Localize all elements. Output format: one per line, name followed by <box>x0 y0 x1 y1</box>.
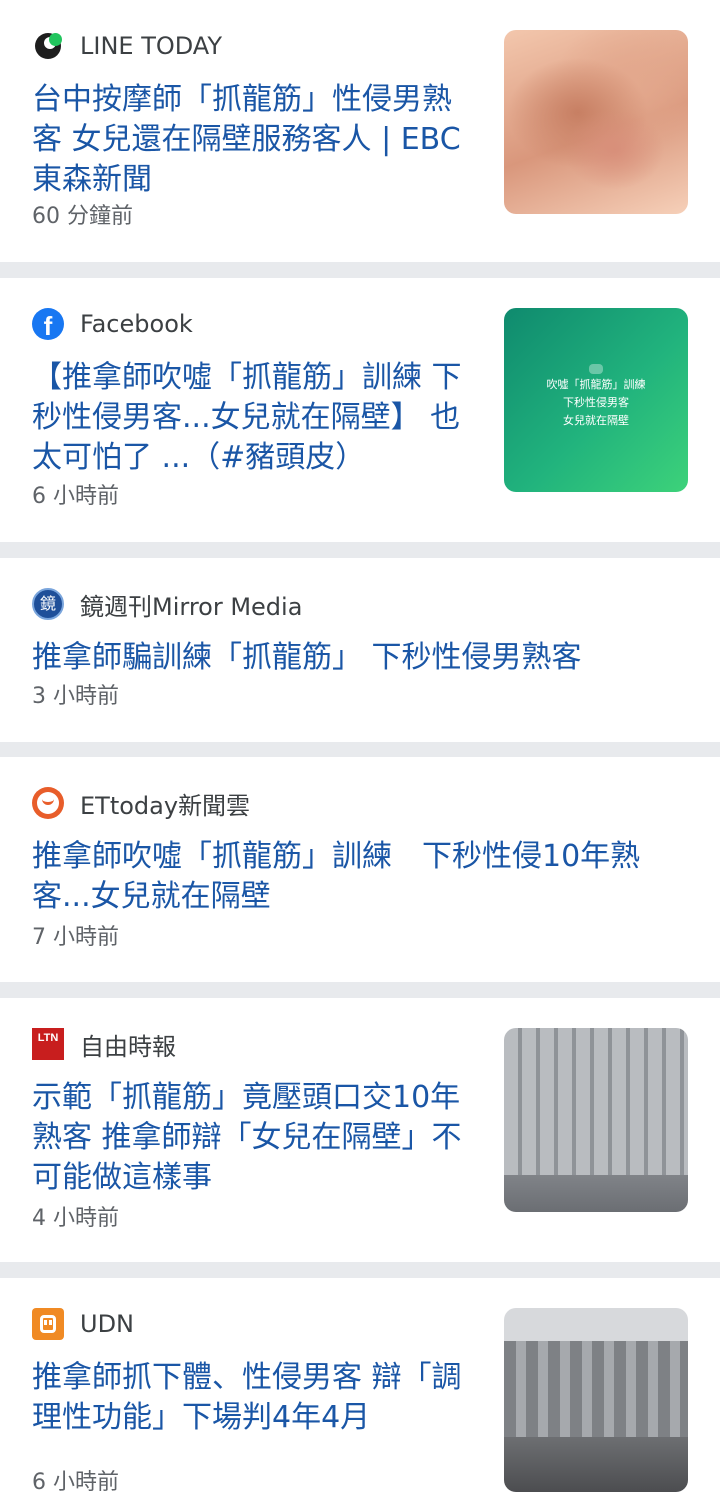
timestamp: 4 小時前 <box>32 1206 119 1231</box>
source-row: 鏡 鏡週刊Mirror Media <box>32 588 303 621</box>
court-building-thumbnail[interactable] <box>504 1308 688 1492</box>
headline-link[interactable]: 推拿師抓下體、性侵男客 辯「調理性功能」下場判4年4月 <box>32 1358 477 1438</box>
headline-link[interactable]: 推拿師吹噓「抓龍筋」訓練 下秒性侵10年熟客...女兒就在隔壁 <box>32 837 692 917</box>
thumbnail-line: 女兒就在隔壁 <box>563 414 629 427</box>
source-name: LINE TODAY <box>80 32 223 60</box>
ltn-icon-text: LTN <box>37 1032 59 1044</box>
source-name: Facebook <box>80 310 193 338</box>
source-row: ETtoday新聞雲 <box>32 787 251 820</box>
thumbnail-line: 下秒性侵男客 <box>563 396 629 409</box>
news-card[interactable]: UDN 推拿師抓下體、性侵男客 辯「調理性功能」下場判4年4月 6 小時前 <box>0 1278 720 1498</box>
thumbnail-line: 吹噓「抓龍筋」訓練 <box>546 378 646 391</box>
facebook-icon: f <box>32 308 64 340</box>
news-card[interactable]: 鏡 鏡週刊Mirror Media 推拿師騙訓練「抓龍筋」 下秒性侵男熟客 3 … <box>0 558 720 742</box>
news-card[interactable]: LINE TODAY 台中按摩師「抓龍筋」性侵男熟客 女兒還在隔壁服務客人 | … <box>0 0 720 262</box>
source-name: UDN <box>80 1310 134 1338</box>
headline-link[interactable]: 示範「抓龍筋」竟壓頭口交10年熟客 推拿師辯「女兒在隔壁」不可能做這樣事 <box>32 1078 477 1198</box>
source-row: LINE TODAY <box>32 30 222 62</box>
source-row: LTN 自由時報 <box>32 1028 176 1061</box>
timestamp: 60 分鐘前 <box>32 204 133 229</box>
line-today-icon <box>32 30 64 62</box>
ettoday-icon <box>32 787 64 819</box>
court-building-thumbnail[interactable] <box>504 1028 688 1212</box>
news-card[interactable]: f Facebook 【推拿師吹噓「抓龍筋」訓練 下秒性侵男客...女兒就在隔壁… <box>0 278 720 542</box>
news-card[interactable]: LTN 自由時報 示範「抓龍筋」竟壓頭口交10年熟客 推拿師辯「女兒在隔壁」不可… <box>0 998 720 1262</box>
source-name: ETtoday新聞雲 <box>80 791 251 820</box>
timestamp: 6 小時前 <box>32 484 119 509</box>
source-row: f Facebook <box>32 308 193 340</box>
timestamp: 7 小時前 <box>32 925 119 950</box>
timestamp: 3 小時前 <box>32 684 119 709</box>
udn-icon <box>32 1308 64 1340</box>
badge-icon <box>589 364 603 374</box>
headline-link[interactable]: 推拿師騙訓練「抓龍筋」 下秒性侵男熟客 <box>32 638 692 678</box>
ltn-icon: LTN <box>32 1028 64 1060</box>
source-row: UDN <box>32 1308 134 1340</box>
timestamp: 6 小時前 <box>32 1470 119 1495</box>
massage-photo-thumbnail[interactable] <box>504 30 688 214</box>
mirror-media-icon: 鏡 <box>32 588 64 620</box>
news-feed: LINE TODAY 台中按摩師「抓龍筋」性侵男熟客 女兒還在隔壁服務客人 | … <box>0 0 720 1498</box>
text-card-thumbnail[interactable]: 吹噓「抓龍筋」訓練 下秒性侵男客 女兒就在隔壁 <box>504 308 688 492</box>
headline-link[interactable]: 【推拿師吹噓「抓龍筋」訓練 下秒性侵男客...女兒就在隔壁】 也太可怕了 ...… <box>32 358 477 478</box>
source-name: 自由時報 <box>80 1032 176 1061</box>
headline-link[interactable]: 台中按摩師「抓龍筋」性侵男熟客 女兒還在隔壁服務客人 | EBC 東森新聞 <box>32 80 477 200</box>
source-name: 鏡週刊Mirror Media <box>80 592 303 621</box>
news-card[interactable]: ETtoday新聞雲 推拿師吹噓「抓龍筋」訓練 下秒性侵10年熟客...女兒就在… <box>0 757 720 982</box>
